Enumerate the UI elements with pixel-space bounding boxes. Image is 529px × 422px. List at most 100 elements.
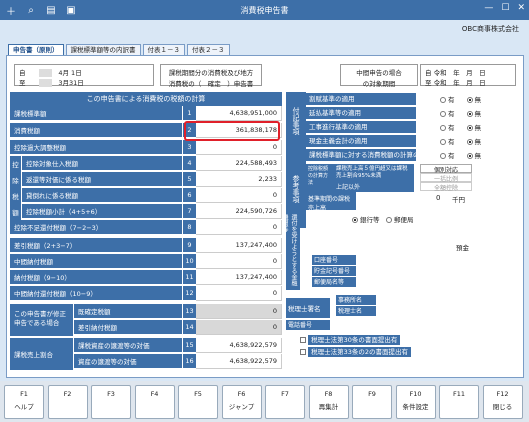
to-date: 3月31日	[58, 79, 84, 87]
row-value[interactable]: 0	[196, 188, 282, 203]
fkey-f3[interactable]: F3	[91, 385, 131, 419]
radio-yes[interactable]	[440, 124, 446, 131]
row-value[interactable]: 224,590,726	[196, 204, 282, 219]
tel-label: 電話番号	[286, 320, 330, 330]
d: 日	[479, 79, 486, 87]
fkey-key: F5	[194, 390, 202, 398]
fkey-name: ジャンプ	[228, 403, 255, 411]
radio-no[interactable]	[466, 124, 473, 131]
fkey-f12[interactable]: F12 閉じる	[482, 385, 523, 419]
row-number: 10	[182, 254, 196, 269]
fkey-f7[interactable]: F7	[265, 385, 305, 419]
tab-shinkokusho[interactable]: 申告書（原則）	[8, 44, 64, 55]
yes-label: 有	[448, 95, 455, 104]
no-label: 無	[474, 109, 482, 118]
row-number: 11	[182, 270, 196, 285]
fkey-f9[interactable]: F9	[352, 385, 392, 419]
calc-row: 控除対象仕入税額 4 224,588,493	[22, 156, 282, 171]
row-label: 控除不足還付税額（7−2−3）	[10, 220, 182, 235]
tax-accountant-label: 税理士署名	[286, 298, 330, 318]
radio-yes[interactable]	[440, 152, 446, 159]
calc-row: 資産の譲渡等の対価 16 4,638,922,579	[74, 354, 282, 369]
minimize-icon[interactable]: —	[484, 3, 493, 13]
row-label: 既確定税額	[74, 304, 182, 319]
row-value[interactable]: 0	[196, 140, 282, 155]
fkey-f2[interactable]: F2	[47, 385, 88, 419]
close-icon[interactable]: ✕	[517, 3, 525, 13]
row-value[interactable]: 0	[196, 286, 282, 301]
row-value[interactable]: 137,247,400	[196, 270, 282, 285]
chk-33[interactable]	[300, 349, 306, 355]
base-period-value[interactable]: 0	[436, 194, 440, 202]
tab-uchiwake[interactable]: 課税標準額等の内訳書	[65, 44, 141, 55]
note-label: 課税標準額に対する消費税額の計算の特例の適用	[306, 148, 416, 161]
row-value[interactable]: 4,638,922,579	[196, 338, 282, 353]
interim-label: 中間申告の場合 の対象期間	[340, 64, 418, 88]
row-value[interactable]: 0	[196, 254, 282, 269]
radio-no[interactable]	[466, 152, 473, 159]
fkey-f10[interactable]: F10 条件設定	[395, 385, 436, 419]
calc-row: 差引税額（2+3−7） 9 137,247,400	[10, 238, 282, 253]
yes-label: 有	[448, 123, 455, 132]
row-value[interactable]: 4,638,922,579	[196, 354, 282, 369]
radio-bank[interactable]	[352, 217, 358, 223]
note-label: 延払基準等の適用	[306, 106, 416, 119]
row-value[interactable]: 137,247,400	[196, 238, 282, 253]
row-number: 6	[182, 188, 196, 203]
no-label: 無	[474, 151, 482, 160]
company-name: OBC商事株式会社	[461, 25, 519, 33]
row-label: 納付税額（9−10）	[10, 270, 182, 285]
note-label: 割賦基準の適用	[306, 92, 416, 105]
btn-ikkatsu[interactable]: 一括比例	[420, 173, 472, 183]
fkey-f8[interactable]: F8 再集計	[308, 385, 349, 419]
title-bar: ＋ ⌕ ▤ ▣ 消費税申告書 — ☐ ✕	[0, 0, 529, 20]
period-box: 自 XXX 4月 1日 至 XXX 3月31日	[14, 64, 154, 87]
fkey-f5[interactable]: F5	[178, 385, 218, 419]
fkey-name: ヘルプ	[14, 403, 34, 411]
fkey-key: F4	[150, 390, 159, 398]
note-row: 課税標準額に対する消費税額の計算の特例の適用 有 無	[306, 148, 520, 161]
row-value[interactable]: 0	[196, 304, 282, 319]
calc-row: 差引納付税額 14 0	[74, 320, 282, 335]
row-number: 3	[182, 140, 196, 155]
row-value[interactable]: 0	[196, 320, 282, 335]
highlight-box	[184, 121, 280, 141]
maximize-icon[interactable]: ☐	[501, 3, 509, 13]
row-value[interactable]: 0	[196, 220, 282, 235]
row-number: 16	[182, 354, 196, 369]
row-label: 課税標準額	[10, 106, 182, 121]
row-value[interactable]: 224,588,493	[196, 156, 282, 171]
era: 令和	[433, 69, 447, 77]
row-value[interactable]: 4,638,951,000	[196, 106, 282, 121]
radio-post[interactable]	[386, 217, 392, 223]
fkey-f6[interactable]: F6 ジャンプ	[221, 385, 262, 419]
note-label: 工事進行基準の適用	[306, 120, 416, 133]
row-value[interactable]: 2,233	[196, 172, 282, 187]
radio-yes[interactable]	[440, 138, 446, 145]
btn-zengaku[interactable]: 全額控除	[420, 182, 472, 192]
fkey-key: F8	[324, 390, 333, 398]
chk-30[interactable]	[300, 337, 306, 343]
fkey-f11[interactable]: F11	[439, 385, 479, 419]
tab-bar: 申告書（原則） 課税標準額等の内訳書 付表１－３ 付表２－３	[8, 44, 230, 55]
fkey-f1[interactable]: F1 ヘルプ	[4, 385, 44, 419]
radio-yes[interactable]	[440, 96, 446, 103]
radio-yes[interactable]	[440, 110, 446, 117]
fkey-f4[interactable]: F4	[134, 385, 175, 419]
notes-label: 付記事項	[286, 92, 306, 150]
row-number: 9	[182, 238, 196, 253]
tab-fuhyo-2-3[interactable]: 付表２－３	[187, 44, 230, 55]
btn-kobetsu[interactable]: 個別対応	[420, 164, 472, 174]
row-label: 返還等対価に係る税額	[22, 172, 182, 187]
ratio-label: 課税売上割合	[10, 338, 74, 370]
interim-dates: 自 令和 年 月 日 至 令和 年 月 日	[420, 64, 516, 87]
amend-label: この申告書が修正申告である場合	[10, 304, 74, 336]
note-row: 現金主義会計の適用 有 無	[306, 134, 520, 147]
radio-no[interactable]	[466, 138, 473, 145]
radio-no[interactable]	[466, 96, 473, 103]
calc-row: 返還等対価に係る税額 5 2,233	[22, 172, 282, 187]
tab-fuhyo-1-3[interactable]: 付表１－３	[142, 44, 185, 55]
fkey-key: F3	[107, 390, 115, 398]
d: 日	[479, 69, 486, 77]
radio-no[interactable]	[466, 110, 473, 117]
